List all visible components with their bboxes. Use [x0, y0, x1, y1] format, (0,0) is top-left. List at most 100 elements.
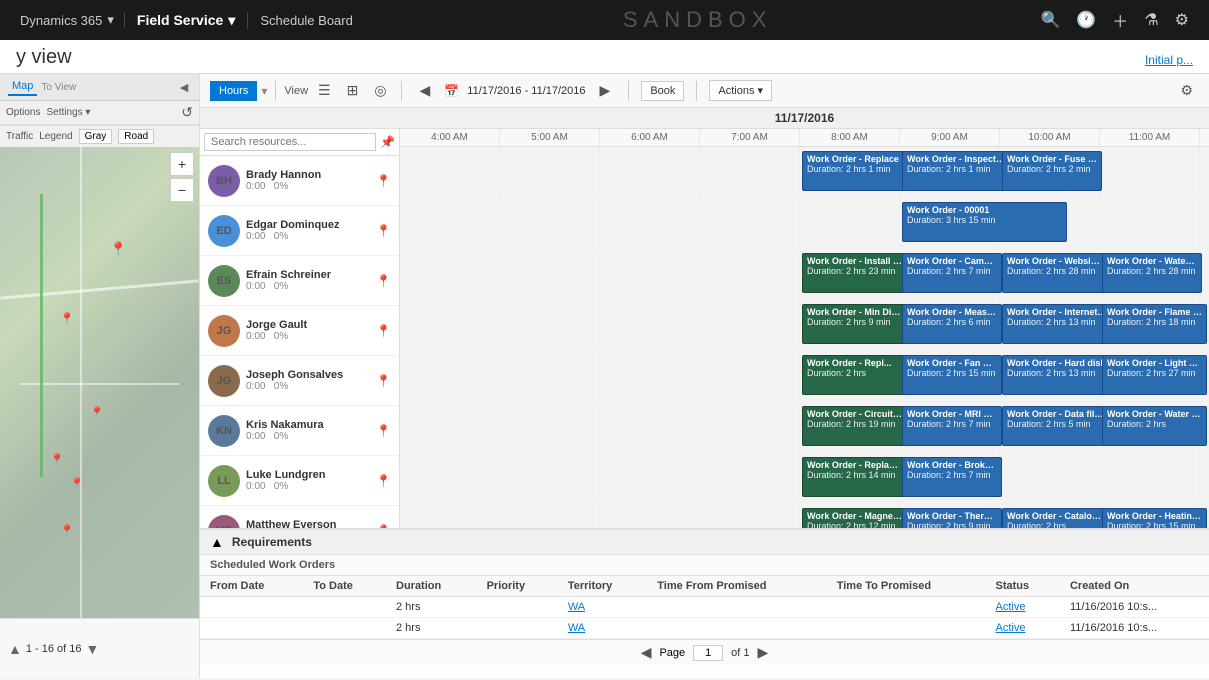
settings-icon[interactable]: ⚙ — [1175, 10, 1189, 30]
work-order-block[interactable]: Work Order - Fuse out Duration: 2 hrs 2 … — [1002, 151, 1102, 191]
territory-link[interactable]: WA — [568, 622, 585, 634]
map-legend-bar: Traffic Legend Gray Road — [0, 125, 199, 147]
work-order-block[interactable]: Work Order - Repl... Duration: 2 hrs — [802, 355, 907, 395]
zoom-out-btn[interactable]: − — [170, 178, 194, 202]
work-order-title: Work Order - MRI Cycl... — [907, 409, 997, 419]
work-order-title: Work Order - Replace 2... — [807, 460, 902, 470]
work-order-block[interactable]: Work Order - Inspecto... Duration: 2 hrs… — [902, 151, 1012, 191]
resource-meta: 0:00 0% — [246, 481, 370, 492]
add-icon[interactable]: ＋ — [1112, 8, 1128, 32]
work-order-title: Work Order - Thermost... — [907, 511, 997, 521]
filter-icon[interactable]: ⚗ — [1144, 10, 1158, 30]
zoom-in-btn[interactable]: + — [170, 152, 194, 176]
app-nav[interactable]: Field Service ▾ — [125, 12, 248, 29]
page-number-input[interactable] — [693, 645, 723, 661]
resource-name: Kris Nakamura — [246, 419, 370, 431]
pagination-controls: ▲ 1 - 16 of 16 ▼ — [8, 641, 99, 657]
work-order-title: Work Order - Flame sha... — [1107, 307, 1202, 317]
work-order-block[interactable]: Work Order - Light bulbs Duration: 2 hrs… — [1102, 355, 1207, 395]
req-table-cell[interactable]: WA — [558, 618, 647, 639]
status-link[interactable]: Active — [996, 622, 1026, 634]
dynamics-label: Dynamics 365 — [20, 13, 102, 28]
req-table-cell: 2 hrs — [386, 618, 477, 639]
refresh-icon[interactable]: ↺ — [181, 104, 193, 121]
time-row: Work Order - Install Ne... Duration: 2 h… — [400, 249, 1209, 300]
tab-map[interactable]: Map — [8, 78, 37, 96]
req-title: Requirements — [232, 535, 312, 549]
resource-avatar: ME — [208, 515, 240, 529]
work-order-block[interactable]: Work Order - Broken T... Duration: 2 hrs… — [902, 457, 1002, 497]
traffic-legend[interactable]: Traffic — [6, 131, 33, 142]
work-order-block[interactable]: Work Order - Website d... Duration: 2 hr… — [1002, 253, 1107, 293]
time-cell — [400, 504, 500, 528]
dynamics-nav[interactable]: Dynamics 365 ▾ — [10, 12, 125, 28]
work-order-duration: Duration: 2 hrs — [1107, 419, 1202, 429]
search-input[interactable] — [204, 133, 376, 151]
resource-name: Brady Hannon — [246, 169, 370, 181]
work-order-block[interactable]: Work Order - Internet c... Duration: 2 h… — [1002, 304, 1112, 344]
grid-view-btn[interactable]: ⊞ — [341, 79, 365, 102]
req-table-cell[interactable]: Active — [986, 618, 1060, 639]
work-order-title: Work Order - 00001 — [907, 205, 1062, 215]
resource-avatar: JG — [208, 365, 240, 397]
next-btn[interactable]: ▶ — [594, 79, 617, 102]
work-order-block[interactable]: Work Order - Camera a... Duration: 2 hrs… — [902, 253, 1002, 293]
territory-link[interactable]: WA — [568, 601, 585, 613]
work-order-block[interactable]: Work Order - Flame sha... Duration: 2 hr… — [1102, 304, 1207, 344]
req-expand-btn[interactable]: ▲ — [210, 534, 224, 550]
board-settings-btn[interactable]: ⚙ — [1174, 79, 1199, 102]
work-order-block[interactable]: Work Order - Magnetic... Duration: 2 hrs… — [802, 508, 907, 528]
gray-btn[interactable]: Gray — [79, 129, 113, 144]
req-table-cell[interactable]: Active — [986, 597, 1060, 618]
work-order-duration: Duration: 2 hrs — [1007, 521, 1102, 528]
road-btn[interactable]: Road — [118, 129, 154, 144]
resource-item: ED Edgar Dominquez 0:00 0% 📍 — [200, 206, 399, 256]
work-order-block[interactable]: Work Order - Water pr... Duration: 2 hrs — [1102, 406, 1207, 446]
work-order-block[interactable]: Work Order - Min Diag... Duration: 2 hrs… — [802, 304, 907, 344]
prev-btn[interactable]: ◀ — [414, 79, 437, 102]
time-slot-header: 11:00 AM — [1100, 129, 1200, 146]
time-cell — [1100, 147, 1200, 197]
resource-meta: 0:00 0% — [246, 431, 370, 442]
prev-page-btn[interactable]: ◀ — [641, 644, 652, 661]
page-down-arrow[interactable]: ▼ — [86, 641, 100, 657]
req-table-cell[interactable]: WA — [558, 597, 647, 618]
sep-1 — [275, 81, 276, 101]
work-order-block[interactable]: Work Order - Fan not w... Duration: 2 hr… — [902, 355, 1002, 395]
actions-chevron: ▾ — [757, 84, 763, 97]
work-order-title: Work Order - Light bulbs — [1107, 358, 1202, 368]
work-order-block[interactable]: Work Order - MRI Cycl... Duration: 2 hrs… — [902, 406, 1002, 446]
work-order-block[interactable]: Work Order - Heating R... Duration: 2 hr… — [1102, 508, 1207, 528]
work-order-duration: Duration: 2 hrs 9 min — [907, 521, 997, 528]
time-cell — [500, 504, 600, 528]
page-up-arrow[interactable]: ▲ — [8, 641, 22, 657]
req-tbody: 2 hrsWAActive11/16/2016 10:s...2 hrsWAAc… — [200, 597, 1209, 639]
work-order-block[interactable]: Work Order - Data file c... Duration: 2 … — [1002, 406, 1112, 446]
actions-btn[interactable]: Actions ▾ — [709, 80, 772, 101]
history-icon[interactable]: 🕐 — [1076, 10, 1096, 30]
search-icon[interactable]: 🔍 — [1040, 10, 1060, 30]
sep-2 — [401, 81, 402, 101]
map-view-btn[interactable]: ◎ — [368, 79, 392, 102]
work-order-block[interactable]: Work Order - Measure ... Duration: 2 hrs… — [902, 304, 1002, 344]
collapse-btn[interactable]: ◄ — [177, 79, 191, 95]
initial-link[interactable]: Initial p... — [1145, 53, 1193, 73]
status-link[interactable]: Active — [996, 601, 1026, 613]
book-btn[interactable]: Book — [641, 81, 684, 101]
work-order-block[interactable]: Work Order - Catalog L... Duration: 2 hr… — [1002, 508, 1107, 528]
work-order-block[interactable]: Work Order - Thermost... Duration: 2 hrs… — [902, 508, 1002, 528]
legend-legend[interactable]: Legend — [39, 131, 72, 142]
work-order-block[interactable]: Work Order - Water sup... Duration: 2 hr… — [1102, 253, 1202, 293]
list-view-btn[interactable]: ☰ — [312, 79, 337, 102]
hours-btn[interactable]: Hours — [210, 81, 257, 101]
time-grid-wrapper[interactable]: 4:00 AM5:00 AM6:00 AM7:00 AM8:00 AM9:00 … — [400, 129, 1209, 528]
work-order-block[interactable]: Work Order - Replace 2... Duration: 2 hr… — [802, 457, 907, 497]
work-order-block[interactable]: Work Order - Install Ne... Duration: 2 h… — [802, 253, 907, 293]
calendar-icon[interactable]: 📅 — [444, 84, 459, 98]
work-order-block[interactable]: Work Order - Hard disk Duration: 2 hrs 1… — [1002, 355, 1112, 395]
work-order-block[interactable]: Work Order - Circuit Re... Duration: 2 h… — [802, 406, 907, 446]
work-order-block[interactable]: Work Order - 00001 Duration: 3 hrs 15 mi… — [902, 202, 1067, 242]
next-page-btn[interactable]: ▶ — [758, 644, 769, 661]
resource-count: 1 - 16 of 16 — [26, 643, 82, 655]
time-cell — [600, 504, 700, 528]
